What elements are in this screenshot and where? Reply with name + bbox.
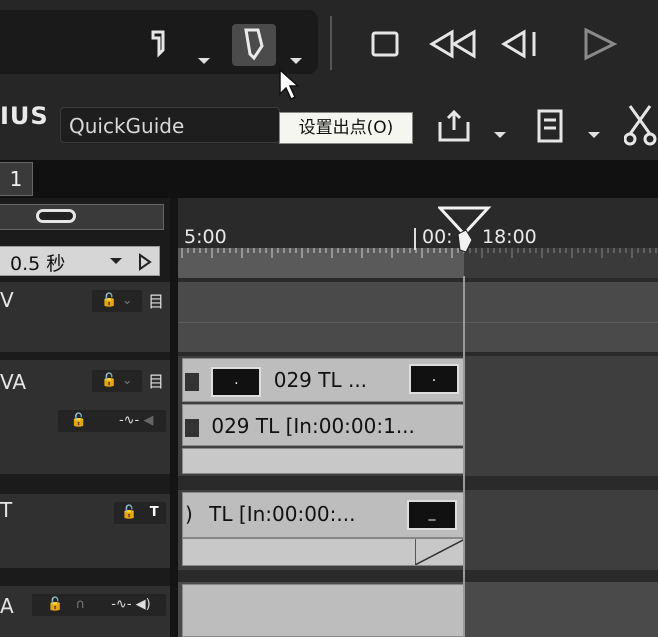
export-button[interactable]: [436, 108, 472, 148]
mouse-cursor-icon: [278, 68, 302, 106]
lock-icon[interactable]: 🔓 ⌄: [92, 290, 142, 312]
tab-strip: [0, 160, 658, 198]
slider-handle[interactable]: [36, 209, 76, 223]
lock-icon[interactable]: 🔓 ⌄: [92, 370, 142, 392]
track-toggle-icon[interactable]: 目: [148, 288, 164, 312]
clip-thumbnail: _: [407, 500, 457, 530]
timeline-zoom-slider[interactable]: [0, 204, 164, 230]
audio-waveform-area[interactable]: [182, 448, 464, 474]
track-label: T: [0, 498, 13, 522]
chevron-down-icon: [588, 132, 600, 138]
playhead-icon: [436, 206, 492, 253]
timecode-label: 5:00: [184, 226, 227, 248]
clip-label: TL [In:00:00:...: [209, 502, 356, 526]
chevron-down-icon: [110, 258, 122, 264]
ruler-major-tick: [414, 228, 416, 250]
set-in-point-button[interactable]: [140, 24, 178, 66]
panel-splitter[interactable]: [170, 198, 178, 637]
clip-label: 029 TL ...: [273, 368, 368, 392]
save-dropdown-button[interactable]: [588, 132, 600, 138]
tab-sequence-1[interactable]: 1: [0, 162, 33, 196]
cut-button[interactable]: [623, 104, 658, 150]
stop-button[interactable]: [370, 30, 402, 64]
chevron-down-icon: [290, 58, 302, 64]
rewind-icon: [429, 29, 476, 59]
title-clip[interactable]: ) TL [In:00:00:... _: [182, 492, 464, 538]
save-icon: [537, 109, 563, 143]
clip-thumbnail: .: [211, 366, 262, 397]
track-label: V: [0, 288, 14, 312]
out-point-dropdown-button[interactable]: [290, 58, 302, 64]
fade-transition-icon: [415, 539, 465, 565]
title-clip-bar[interactable]: [182, 538, 465, 566]
video-clip[interactable]: . 029 TL ... .: [182, 358, 464, 402]
rewind-button[interactable]: [428, 28, 480, 64]
duration-select[interactable]: 0.5 秒: [0, 246, 160, 276]
clip-thumbnail: .: [409, 364, 459, 394]
track-lane-v[interactable]: [178, 282, 658, 352]
track-toggle-icon[interactable]: 目: [148, 368, 164, 392]
out-point-icon: [244, 28, 264, 61]
audio-controls[interactable]: 🔓 ∩ -∿- ◀): [32, 594, 166, 616]
lane-divider: [178, 322, 658, 323]
clip-handle[interactable]: [185, 372, 199, 391]
clip-label: 029 TL [In:00:00:1...: [211, 414, 415, 438]
export-icon: [438, 109, 470, 142]
in-point-icon: [151, 30, 165, 58]
lock-icon[interactable]: 🔓: [71, 413, 87, 428]
clip-label-prefix: ): [185, 502, 200, 526]
track-header-v[interactable]: V 🔓 ⌄ 目: [0, 282, 170, 352]
scissors-icon: [623, 105, 657, 146]
speaker-icon[interactable]: ◀): [136, 597, 151, 612]
chevron-down-icon: [198, 58, 210, 64]
play-small-icon[interactable]: [138, 253, 152, 275]
in-point-dropdown-button[interactable]: [198, 58, 210, 64]
audio-controls[interactable]: 🔓 -∿- ◀: [58, 410, 166, 432]
play-button[interactable]: [580, 26, 620, 66]
waveform-icon[interactable]: -∿-: [111, 597, 131, 612]
track-header-va[interactable]: VA 🔓 ⌄ 目 🔓 -∿- ◀: [0, 360, 170, 474]
export-dropdown-button[interactable]: [494, 132, 506, 138]
waveform-icon[interactable]: -∿-: [119, 413, 139, 428]
clip-handle[interactable]: [185, 418, 199, 437]
brand-label: IUS: [0, 102, 49, 130]
transport-bar: [0, 0, 658, 84]
play-icon: [584, 27, 618, 61]
title-track-controls[interactable]: 🔓 T: [114, 502, 166, 524]
track-header-a[interactable]: A 🔓 ∩ -∿- ◀): [0, 586, 170, 637]
playhead-line: [463, 276, 465, 637]
link-icon[interactable]: ∩: [76, 597, 86, 612]
speaker-icon[interactable]: ◀: [143, 413, 153, 428]
audio-clip[interactable]: 029 TL [In:00:00:1...: [182, 404, 464, 446]
playhead[interactable]: [436, 206, 492, 262]
track-label: A: [0, 594, 14, 618]
save-button[interactable]: [536, 108, 566, 148]
track-label: VA: [0, 370, 27, 394]
step-back-icon: [501, 29, 536, 59]
duration-value: 0.5 秒: [10, 253, 66, 275]
set-out-point-button[interactable]: [232, 24, 276, 66]
tooltip: 设置出点(O): [279, 112, 413, 144]
lock-icon[interactable]: 🔓: [121, 505, 137, 520]
quickguide-field[interactable]: QuickGuide: [60, 107, 280, 143]
step-back-button[interactable]: [498, 28, 542, 64]
title-icon[interactable]: T: [150, 505, 159, 520]
stop-icon: [371, 31, 399, 57]
audio-clip-a[interactable]: [182, 584, 464, 637]
chevron-down-icon: [494, 132, 506, 138]
track-header-t[interactable]: T 🔓 T: [0, 494, 170, 568]
ruler-out-region: [464, 248, 658, 278]
lock-icon[interactable]: 🔓: [47, 597, 63, 612]
toolbar-divider: [330, 16, 332, 70]
